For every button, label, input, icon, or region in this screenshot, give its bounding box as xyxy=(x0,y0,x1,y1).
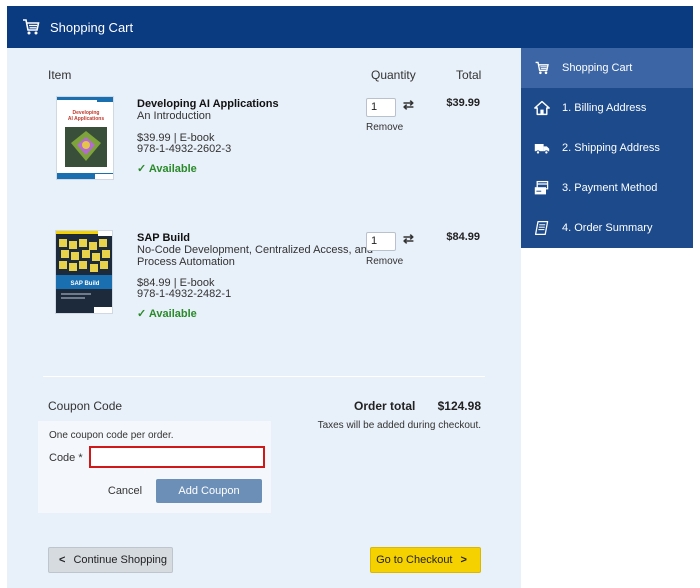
cart-icon xyxy=(23,19,40,35)
coupon-note: One coupon code per order. xyxy=(49,430,174,441)
refresh-icon[interactable]: ⇄ xyxy=(403,231,414,247)
product-isbn: 978-1-4932-2482-1 xyxy=(137,288,232,300)
truck-icon xyxy=(533,139,551,157)
svg-text:SAP Build: SAP Build xyxy=(71,281,100,287)
product-title[interactable]: SAP Build xyxy=(137,232,190,244)
sidebar-item-billing-address[interactable]: 1. Billing Address xyxy=(521,88,693,128)
quantity-input[interactable]: 1 xyxy=(366,232,396,251)
line-total: $84.99 xyxy=(446,231,480,243)
order-total-label: Order total xyxy=(354,399,416,413)
sidebar-item-label: 3. Payment Method xyxy=(562,182,658,194)
availability-status: ✓ Available xyxy=(137,163,197,175)
coupon-title: Coupon Code xyxy=(48,399,123,413)
remove-link[interactable]: Remove xyxy=(366,122,403,133)
cart-icon xyxy=(533,59,551,77)
product-subtitle: An Introduction xyxy=(137,110,211,122)
product-subtitle-line2: Process Automation xyxy=(137,256,235,268)
sidebar-item-payment-method[interactable]: 3. Payment Method xyxy=(521,168,693,208)
sidebar-item-label: 1. Billing Address xyxy=(562,102,647,114)
tax-note: Taxes will be added during checkout. xyxy=(317,420,481,431)
continue-shopping-label: Continue Shopping xyxy=(73,554,168,566)
column-header-total: Total xyxy=(456,68,482,82)
product-title[interactable]: Developing AI Applications xyxy=(137,98,279,110)
refresh-icon[interactable]: ⇄ xyxy=(403,97,414,113)
chevron-right-icon: > xyxy=(460,554,467,566)
code-label: Code * xyxy=(49,452,83,464)
house-icon xyxy=(533,99,551,117)
column-header-quantity: Quantity xyxy=(371,68,416,82)
checkout-button[interactable]: Go to Checkout > xyxy=(370,547,481,573)
receipt-icon xyxy=(533,219,551,237)
availability-status: ✓ Available xyxy=(137,308,197,320)
checkout-label: Go to Checkout xyxy=(376,554,453,566)
continue-shopping-button[interactable]: < Continue Shopping xyxy=(48,547,173,573)
divider xyxy=(43,376,485,377)
add-coupon-button[interactable]: Add Coupon xyxy=(156,479,262,503)
sidebar-item-shopping-cart[interactable]: Shopping Cart xyxy=(521,48,693,88)
cancel-button[interactable]: Cancel xyxy=(104,482,146,500)
book-cover-image[interactable]: SAP Build xyxy=(55,230,113,314)
sidebar-item-label: 2. Shipping Address xyxy=(562,142,660,154)
product-isbn: 978-1-4932-2602-3 xyxy=(137,143,232,155)
remove-link[interactable]: Remove xyxy=(366,256,403,267)
book-cover-image[interactable]: Developing AI Applications xyxy=(56,96,114,180)
sidebar-item-shipping-address[interactable]: 2. Shipping Address xyxy=(521,128,693,168)
page-title: Shopping Cart xyxy=(50,19,134,35)
sidebar-item-order-summary[interactable]: 4. Order Summary xyxy=(521,208,693,248)
sidebar-item-label: Shopping Cart xyxy=(562,62,633,74)
coupon-code-input[interactable] xyxy=(89,446,265,468)
checkout-steps-sidebar: Shopping Cart 1. Billing Address 2. Ship… xyxy=(521,48,693,248)
quantity-input[interactable]: 1 xyxy=(366,98,396,117)
payment-icon xyxy=(533,179,551,197)
sidebar-item-label: 4. Order Summary xyxy=(562,222,653,234)
svg-text:AI Applications: AI Applications xyxy=(68,116,104,122)
chevron-left-icon: < xyxy=(59,554,66,566)
column-header-item: Item xyxy=(48,68,72,82)
order-total-value: $124.98 xyxy=(437,399,481,413)
app-header: Shopping Cart xyxy=(7,6,693,48)
line-total: $39.99 xyxy=(446,97,480,109)
